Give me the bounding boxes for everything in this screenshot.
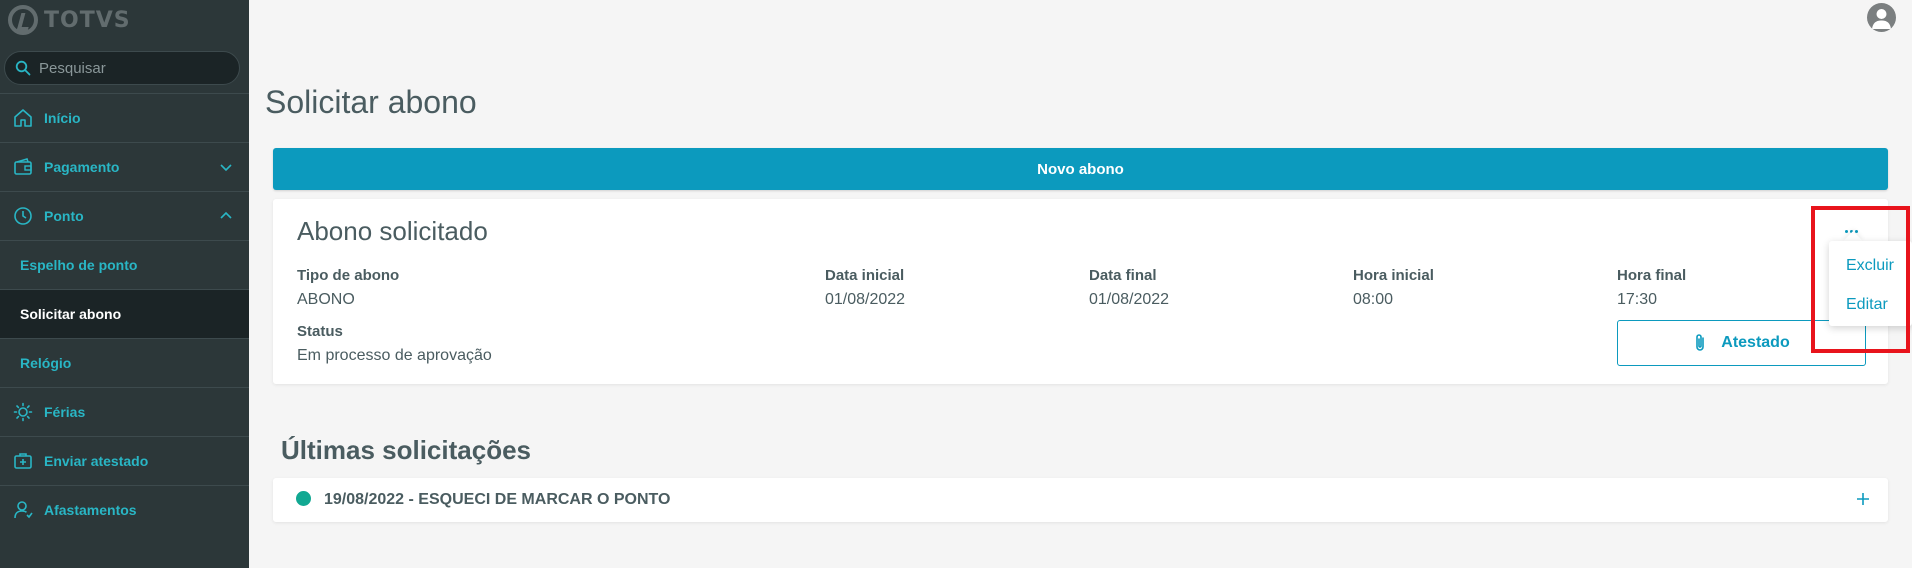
sidebar-item-label: Férias [44, 404, 86, 420]
expand-plus-icon[interactable] [1848, 484, 1878, 514]
abono-card: Abono solicitado Tipo de abono ABONO Dat… [273, 199, 1888, 384]
paperclip-icon [1693, 333, 1707, 353]
logo-text: TOTVS [44, 7, 131, 33]
sidebar-item-label: Solicitar abono [20, 306, 122, 322]
person-icon [12, 499, 34, 521]
field-data-final: Data final 01/08/2022 [1089, 267, 1169, 309]
user-avatar-icon[interactable] [1867, 3, 1896, 32]
field-value: 01/08/2022 [1089, 291, 1170, 308]
field-status: Status Em processo de aprovação [297, 323, 492, 365]
sidebar-item-ponto[interactable]: Ponto [0, 191, 249, 240]
field-value: 17:30 [1617, 291, 1658, 308]
sidebar-item-label: Pagamento [44, 159, 120, 175]
sidebar-item-label: Início [44, 110, 81, 126]
list-item[interactable]: 19/08/2022 - ESQUECI DE MARCAR O PONTO [273, 478, 1888, 522]
sun-icon [12, 401, 34, 423]
sidebar-item-inicio[interactable]: Início [0, 93, 249, 142]
sidebar-item-espelho-de-ponto[interactable]: Espelho de ponto [0, 240, 249, 289]
field-data-inicial: Data inicial 01/08/2022 [825, 267, 905, 309]
field-value: 01/08/2022 [825, 291, 906, 308]
wallet-icon [12, 156, 34, 178]
totvs-logo: TOTVS [8, 4, 131, 36]
sidebar-item-ferias[interactable]: Férias [0, 387, 249, 436]
field-label: Hora inicial [1353, 267, 1434, 284]
field-value: 08:00 [1353, 291, 1394, 308]
field-hora-inicial: Hora inicial 08:00 [1353, 267, 1434, 309]
status-dot [296, 491, 311, 506]
clock-icon [12, 205, 34, 227]
sidebar: TOTVS Início Pagamento Ponto [0, 0, 249, 568]
atestado-button-label: Atestado [1721, 334, 1790, 351]
sidebar-nav: Início Pagamento Ponto Espelho de ponto … [0, 93, 249, 534]
sidebar-item-enviar-atestado[interactable]: Enviar atestado [0, 436, 249, 485]
home-icon [12, 107, 34, 129]
sidebar-item-label: Enviar atestado [44, 453, 149, 469]
sidebar-item-label: Ponto [44, 208, 84, 224]
field-hora-final: Hora final 17:30 [1617, 267, 1686, 309]
chevron-up-icon [219, 209, 233, 223]
card-title: Abono solicitado [297, 216, 488, 246]
field-label: Hora final [1617, 267, 1687, 284]
highlight-box [1811, 206, 1910, 353]
search-box[interactable] [4, 51, 240, 85]
chevron-down-icon [219, 160, 233, 174]
sidebar-item-label: Relógio [20, 355, 72, 371]
field-label: Status [297, 323, 343, 340]
sidebar-item-label: Espelho de ponto [20, 257, 138, 273]
recent-requests-title: Últimas solicitações [281, 435, 531, 465]
sidebar-item-solicitar-abono[interactable]: Solicitar abono [0, 289, 249, 338]
search-input[interactable] [39, 59, 229, 77]
sidebar-item-label: Afastamentos [44, 502, 137, 518]
field-label: Tipo de abono [297, 267, 400, 284]
sidebar-item-afastamentos[interactable]: Afastamentos [0, 485, 249, 534]
field-value: ABONO [297, 291, 355, 308]
medical-kit-icon [12, 450, 34, 472]
search-icon [15, 60, 31, 76]
field-label: Data final [1089, 267, 1157, 284]
sidebar-item-pagamento[interactable]: Pagamento [0, 142, 249, 191]
field-value: Em processo de aprovação [297, 347, 492, 364]
page-title: Solicitar abono [265, 84, 477, 120]
list-item-text: 19/08/2022 - ESQUECI DE MARCAR O PONTO [324, 491, 671, 508]
totvs-logo-icon [8, 5, 38, 35]
sidebar-item-relogio[interactable]: Relógio [0, 338, 249, 387]
field-label: Data inicial [825, 267, 905, 284]
new-abono-button[interactable]: Novo abono [273, 148, 1888, 190]
field-tipo: Tipo de abono ABONO [297, 267, 399, 309]
